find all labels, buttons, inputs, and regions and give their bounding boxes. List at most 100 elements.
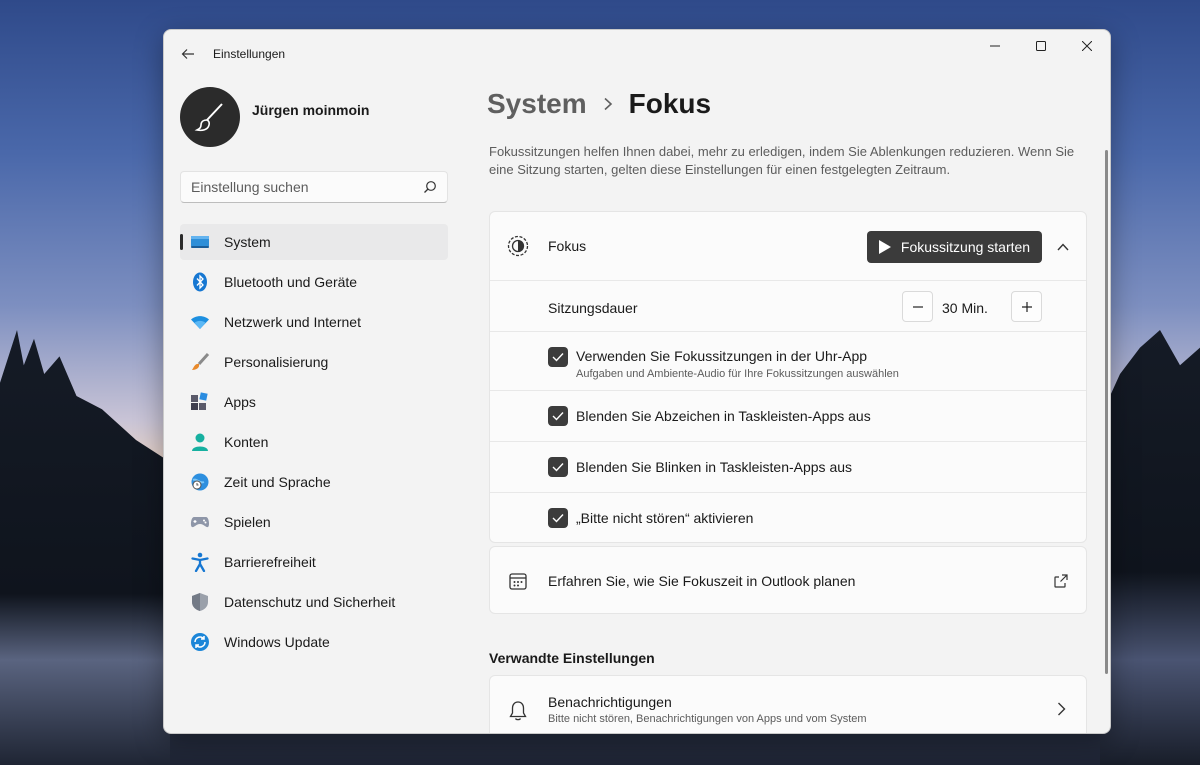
sidebar-item-label: Windows Update [224,634,330,650]
paintbrush-avatar-icon [194,103,223,132]
maximize-button[interactable] [1018,30,1064,62]
start-focus-session-button[interactable]: Fokussitzung starten [867,231,1042,263]
focus-icon [507,235,529,257]
breadcrumb: System Fokus [487,88,711,120]
sidebar-item-label: System [224,234,271,250]
sidebar-item-label: Barrierefreiheit [224,554,316,570]
option-checkbox[interactable] [548,508,568,528]
close-button[interactable] [1064,30,1110,62]
chevron-right-icon [1058,702,1066,716]
sidebar-item-accessibility[interactable]: Barrierefreiheit [180,544,448,580]
outlook-link-label: Erfahren Sie, wie Sie Fokuszeit in Outlo… [548,573,856,589]
focus-label: Fokus [548,238,587,254]
open-external-icon [1054,574,1068,588]
sidebar-item-apps[interactable]: Apps [180,384,448,420]
start-focus-session-label: Fokussitzung starten [900,239,1031,255]
sidebar-item-gaming[interactable]: Spielen [180,504,448,540]
search-box[interactable] [180,171,448,203]
option-checkbox[interactable] [548,457,568,477]
window-title: Einstellungen [213,47,286,61]
arrow-left-icon [181,49,194,59]
sidebar-item-privacy[interactable]: Datenschutz und Sicherheit [180,584,448,620]
duration-value: 30 Min. [942,300,988,316]
sidebar-item-label: Zeit und Sprache [224,474,331,490]
search-input[interactable] [191,172,411,202]
checkmark-icon [552,514,564,523]
sidebar-nav: System Bluetooth und Geräte Netzwerk und… [180,224,448,664]
duration-decrement-button[interactable] [902,291,933,322]
session-duration-row: Sitzungsdauer 30 Min. [490,280,1086,331]
system-icon [190,232,210,252]
breadcrumb-system[interactable]: System [487,88,587,120]
checkmark-icon [552,463,564,472]
checkmark-icon [552,412,564,421]
option-label: Blenden Sie Abzeichen in Taskleisten-App… [576,408,871,424]
wallpaper-hills-left [0,330,170,765]
apps-icon [190,392,210,412]
sidebar-item-accounts[interactable]: Konten [180,424,448,460]
sidebar-item-label: Apps [224,394,256,410]
person-icon [190,432,210,452]
minimize-icon [990,45,1000,47]
option-label: „Bitte nicht stören“ aktivieren [576,510,754,526]
title-bar: Einstellungen [164,30,1110,78]
update-icon [190,632,210,652]
minus-icon [912,305,923,308]
sidebar-item-label: Konten [224,434,269,450]
bell-icon [507,700,529,722]
globe-clock-icon [190,472,210,492]
page-title: Fokus [628,88,712,119]
wifi-icon [190,312,210,332]
sidebar-item-network[interactable]: Netzwerk und Internet [180,304,448,340]
chevron-right-icon [603,97,613,111]
notifications-card[interactable]: Benachrichtigungen Bitte nicht stören, B… [489,675,1087,733]
sidebar-item-label: Datenschutz und Sicherheit [224,594,396,610]
maximize-icon [1036,41,1046,51]
focus-card: Fokus Fokussitzung starten Sitzungsdauer… [489,211,1087,543]
minimize-button[interactable] [972,30,1018,62]
checkmark-icon [552,353,564,362]
sidebar-item-label: Netzwerk und Internet [224,314,361,330]
chevron-up-icon[interactable] [1053,237,1073,257]
sidebar-item-system[interactable]: System [180,224,448,260]
option-label: Verwenden Sie Fokussitzungen in der Uhr-… [576,348,868,364]
settings-window: Einstellungen Jürgen moinmoin System [163,29,1111,734]
option-row[interactable]: Blenden Sie Abzeichen in Taskleisten-App… [490,390,1086,441]
sidebar-item-label: Bluetooth und Geräte [224,274,358,290]
bluetooth-icon [190,272,210,292]
option-checkbox[interactable] [548,406,568,426]
notifications-sublabel: Bitte nicht stören, Benachrichtigungen v… [548,713,867,725]
play-icon [878,240,891,254]
option-row[interactable]: Blenden Sie Blinken in Taskleisten-Apps … [490,441,1086,492]
search-icon[interactable] [423,180,437,194]
duration-increment-button[interactable] [1011,291,1042,322]
accessibility-icon [190,552,210,572]
sidebar-item-time-language[interactable]: Zeit und Sprache [180,464,448,500]
option-checkbox[interactable] [548,347,568,367]
focus-header-row[interactable]: Fokus Fokussitzung starten [490,212,1086,280]
avatar[interactable] [180,87,240,147]
plus-icon [1021,301,1032,312]
back-button[interactable] [176,42,200,66]
shield-icon [190,592,210,612]
gamepad-icon [190,512,210,532]
user-name: Jürgen moinmoin [252,102,370,118]
calendar-icon [507,570,529,592]
close-icon [1082,41,1092,51]
wallpaper-hills-right [1100,330,1200,765]
outlook-link-card[interactable]: Erfahren Sie, wie Sie Fokuszeit in Outlo… [489,546,1087,614]
option-row[interactable]: Verwenden Sie Fokussitzungen in der Uhr-… [490,331,1086,390]
notifications-label: Benachrichtigungen [548,694,672,710]
option-row[interactable]: „Bitte nicht stören“ aktivieren [490,492,1086,543]
sidebar-item-bluetooth[interactable]: Bluetooth und Geräte [180,264,448,300]
brush-icon [190,352,210,372]
session-duration-label: Sitzungsdauer [548,300,638,316]
sidebar-item-label: Spielen [224,514,271,530]
sidebar-item-windows-update[interactable]: Windows Update [180,624,448,660]
page-description: Fokussitzungen helfen Ihnen dabei, mehr … [489,144,1075,177]
option-sublabel: Aufgaben und Ambiente-Audio für Ihre Fok… [576,368,899,380]
scrollbar[interactable] [1105,150,1108,674]
sidebar-item-personalization[interactable]: Personalisierung [180,344,448,380]
option-label: Blenden Sie Blinken in Taskleisten-Apps … [576,459,853,475]
related-settings-heading: Verwandte Einstellungen [489,650,655,666]
